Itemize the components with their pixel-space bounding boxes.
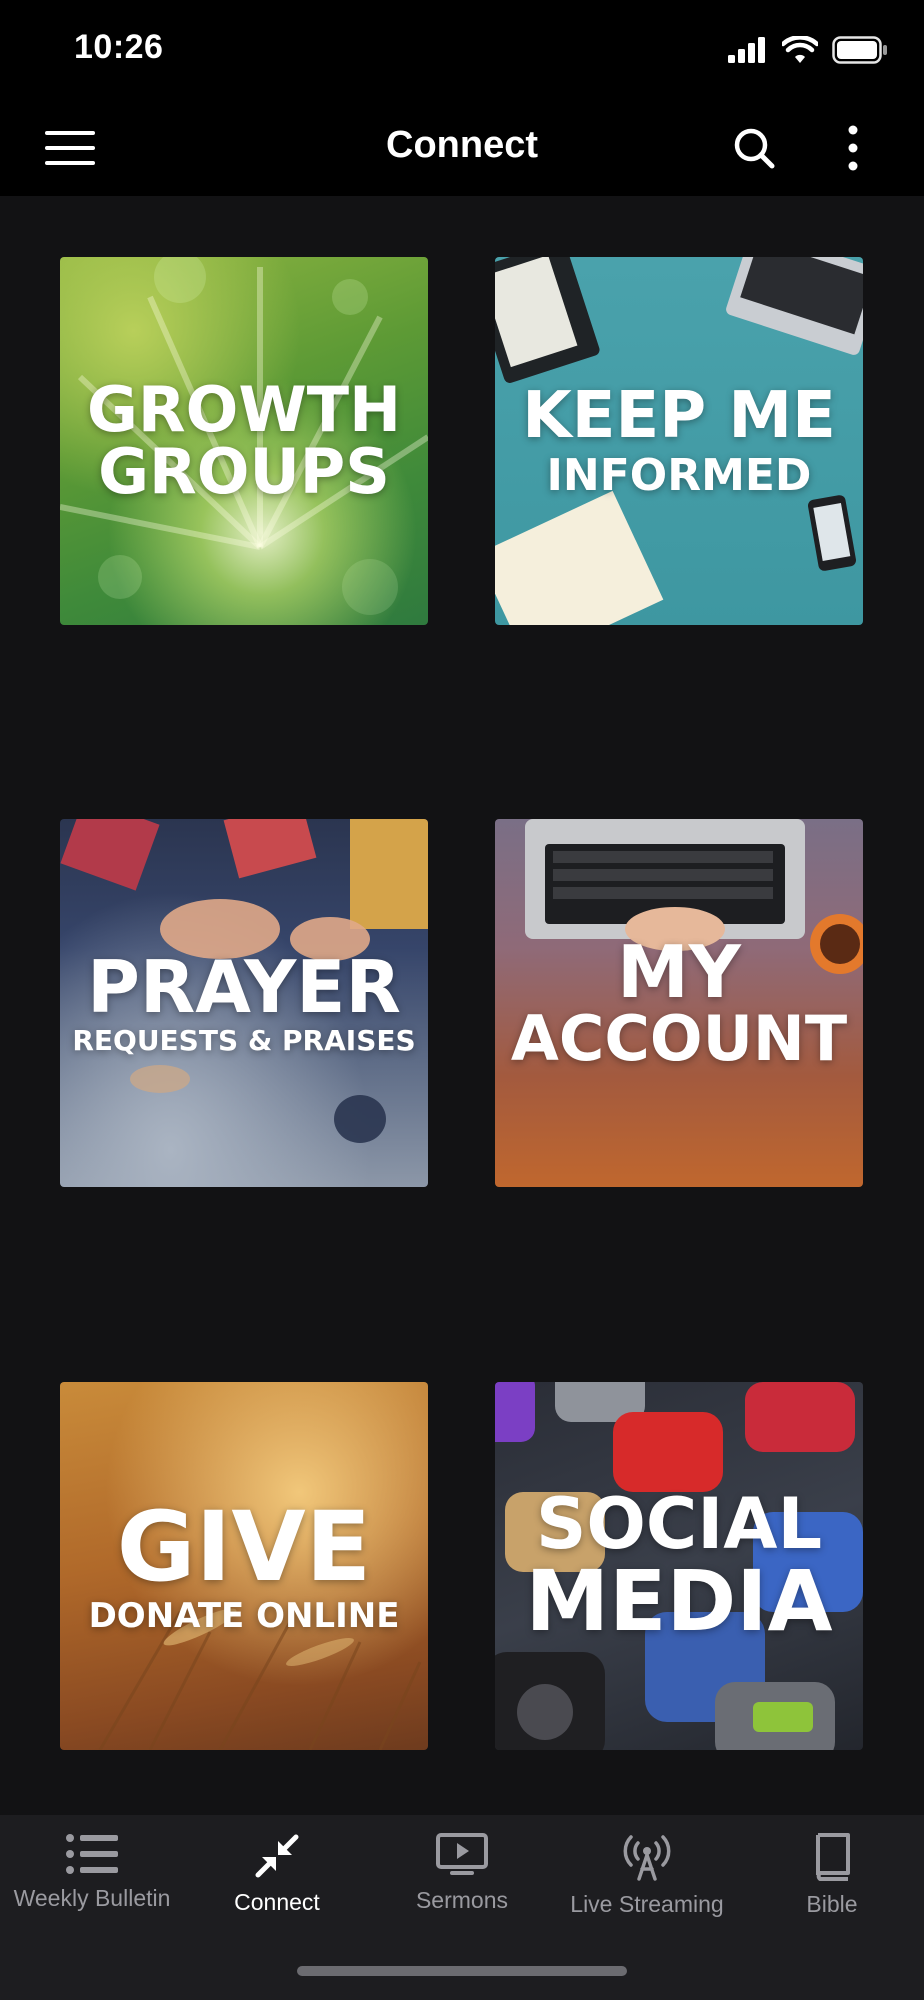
status-time: 10:26 (74, 28, 164, 66)
signal-icon (728, 37, 765, 63)
top-app-bar: Connect (0, 100, 924, 196)
more-options-button[interactable] (828, 122, 878, 174)
book-icon (816, 1833, 850, 1881)
battery-icon (832, 36, 887, 64)
nav-item-bible[interactable]: Bible (740, 1815, 924, 1935)
tile-title: SOCIAL (535, 1483, 823, 1565)
tile-subtitle: MEDIA (525, 1552, 833, 1650)
status-icons (728, 36, 888, 64)
tile-subtitle: INFORMED (546, 450, 812, 501)
my-account-tile[interactable]: MY ACCOUNT (495, 819, 863, 1187)
nav-item-sermons[interactable]: Sermons (370, 1815, 554, 1935)
tile-title: MY (617, 930, 741, 1014)
page-title: Connect (386, 124, 538, 166)
home-indicator[interactable] (297, 1966, 627, 1976)
tile-subtitle: GROUPS (98, 435, 390, 508)
social-media-tile[interactable]: SOCIAL MEDIA (495, 1382, 863, 1750)
tile-subtitle: ACCOUNT (510, 1002, 848, 1075)
give-donate-tile[interactable]: GIVE DONATE ONLINE (60, 1382, 428, 1750)
nav-label: Bible (806, 1891, 858, 1917)
nav-item-weekly-bulletin[interactable]: Weekly Bulletin (0, 1815, 184, 1935)
tile-subtitle: DONATE ONLINE (88, 1596, 400, 1636)
list-icon (66, 1834, 118, 1874)
tile-title: PRAYER (87, 945, 401, 1029)
nav-label: Sermons (415, 1887, 509, 1913)
tile-title: GROWTH (87, 373, 401, 446)
growth-groups-tile[interactable]: GROWTH GROUPS (60, 257, 428, 625)
wifi-icon (782, 36, 818, 63)
more-vertical-icon (848, 125, 858, 171)
keep-me-informed-tile[interactable]: KEEP ME INFORMED (495, 257, 863, 625)
nav-label: Weekly Bulletin (13, 1885, 171, 1911)
nav-item-connect[interactable]: Connect (185, 1815, 369, 1935)
prayer-requests-tile[interactable]: PRAYER REQUESTS & PRAISES (60, 819, 428, 1187)
nav-label: Live Streaming (570, 1891, 724, 1917)
search-icon (734, 128, 775, 169)
play-screen-icon (436, 1833, 488, 1875)
connect-arrows-icon (255, 1834, 299, 1878)
nav-label: Connect (234, 1889, 320, 1915)
tile-title: KEEP ME (522, 379, 836, 453)
tile-title: GIVE (116, 1491, 372, 1603)
status-bar: 10:26 (0, 0, 924, 100)
connect-screen: 10:26 Connect GROWTH GROUPS KEEP ME INFO… (0, 0, 924, 2000)
search-button[interactable] (726, 122, 782, 174)
nav-item-live-streaming[interactable]: Live Streaming (555, 1815, 739, 1935)
tile-subtitle: REQUESTS & PRAISES (72, 1024, 416, 1057)
broadcast-antenna-icon (623, 1835, 671, 1881)
